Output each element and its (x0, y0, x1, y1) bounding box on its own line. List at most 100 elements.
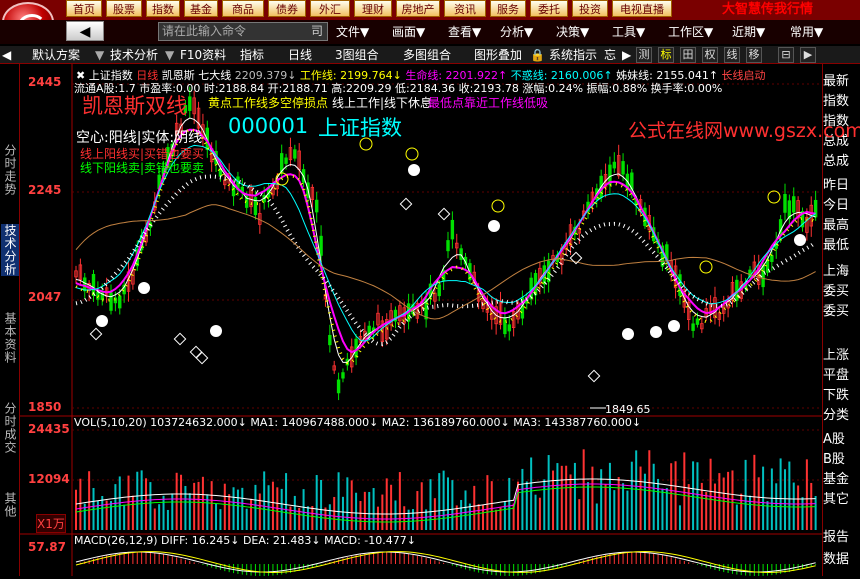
right-item-11[interactable]: 委买 (823, 300, 849, 319)
topmenu-item-0[interactable]: 首页 (66, 0, 102, 17)
smiley-icon (488, 220, 500, 232)
window-icon[interactable]: ⊟ (778, 47, 794, 63)
system-tab[interactable]: 系统指示 (549, 47, 597, 63)
volume-bar (447, 477, 449, 530)
topmenu-item-2[interactable]: 指数 (146, 0, 180, 17)
topmenu-item-13[interactable]: 电视直播 (612, 0, 672, 17)
vol-ma1 (75, 478, 816, 515)
mainmenu-item-7[interactable]: 近期▼ (732, 23, 765, 40)
right-item-13[interactable]: 平盘 (823, 364, 849, 383)
right-item-6[interactable]: 今日 (823, 194, 849, 213)
volume-bar (341, 496, 344, 530)
lock-icon[interactable]: 🔒 (530, 47, 545, 63)
right-item-1[interactable]: 指数 (823, 90, 849, 109)
legend-down: 线下阳线卖|卖错也要卖 (80, 161, 205, 175)
more-tab[interactable]: 忘 (604, 47, 616, 63)
topmenu-item-3[interactable]: 基金 (184, 0, 218, 17)
right-item-15[interactable]: 分类 (823, 404, 849, 423)
right-item-14[interactable]: 下跌 (823, 384, 849, 403)
back-button[interactable]: ◀ (66, 21, 104, 41)
f10-tab[interactable]: F10资料 (180, 47, 226, 63)
volume-bar (508, 477, 511, 530)
volume-bar (376, 506, 379, 530)
right-item-19[interactable]: 其它 (823, 488, 849, 507)
tool-icon-1[interactable]: 标 (658, 47, 674, 63)
yellow-circle (405, 147, 419, 161)
volume-bar (805, 459, 808, 530)
candle-body (188, 96, 192, 111)
play-icon[interactable]: ▶ (622, 47, 631, 63)
mainmenu-item-6[interactable]: 工作区▼ (668, 23, 713, 40)
volume-bar (600, 469, 603, 530)
topmenu-item-8[interactable]: 房地产 (396, 0, 440, 17)
overlay-tab[interactable]: 图形叠加 (474, 47, 522, 63)
tech-analysis-tab[interactable]: 技术分析 (110, 47, 158, 63)
mainmenu-item-0[interactable]: 文件▼ (336, 23, 369, 40)
right-item-20[interactable]: 报告 (823, 526, 849, 545)
right-item-10[interactable]: 委买 (823, 280, 849, 299)
vol-ma2 (75, 483, 816, 520)
topmenu-item-12[interactable]: 投资 (572, 0, 608, 17)
multi-grid-tab[interactable]: 多图组合 (403, 47, 451, 63)
right-item-16[interactable]: A股 (823, 428, 845, 447)
topmenu-item-1[interactable]: 股票 (106, 0, 142, 17)
volume-bar (713, 483, 716, 530)
topmenu-item-4[interactable]: 商品 (222, 0, 264, 17)
tool-icon-0[interactable]: 测 (636, 47, 652, 63)
mainmenu-item-2[interactable]: 查看▼ (448, 23, 481, 40)
volume-bar (101, 495, 104, 530)
chart-area[interactable]: ✖ 上证指数 日线 凯恩斯 七大线 2209.379↓ 工作线: 2199.76… (20, 64, 860, 576)
right-item-17[interactable]: B股 (823, 448, 845, 467)
volume-bar (460, 499, 463, 530)
signal-diamond (399, 197, 413, 211)
grid3-tab[interactable]: 3图组合 (335, 47, 379, 63)
topmenu-item-6[interactable]: 外汇 (310, 0, 350, 17)
right-item-18[interactable]: 基金 (823, 468, 849, 487)
mainmenu-item-3[interactable]: 分析▼ (500, 23, 533, 40)
toolbar-left-arrow[interactable]: ◀ (2, 47, 11, 63)
topmenu-item-11[interactable]: 委托 (530, 0, 568, 17)
topmenu-item-5[interactable]: 债券 (268, 0, 306, 17)
topmenu-item-10[interactable]: 服务 (490, 0, 526, 17)
volume-bar (495, 509, 498, 530)
command-tag: 司 (310, 24, 323, 38)
right-item-4[interactable]: 总成 (823, 150, 849, 169)
period-select[interactable]: 日线 (288, 47, 312, 63)
left-tab-1[interactable]: 技术分析 (1, 224, 19, 276)
left-tab-4[interactable]: 其他 (1, 492, 19, 518)
right-item-21[interactable]: 数据 (823, 548, 849, 567)
smiley-icon (408, 164, 420, 176)
tool-icon-4[interactable]: 线 (724, 47, 740, 63)
volume-bar (578, 499, 581, 530)
legend-line-1: 黄点工作线多空停损点 (208, 96, 329, 110)
scheme-select[interactable]: 默认方案 (32, 47, 80, 63)
volume-bar (473, 485, 476, 530)
left-tab-0[interactable]: 分时走势 (1, 144, 19, 196)
right-item-5[interactable]: 昨日 (823, 174, 849, 193)
topmenu-item-9[interactable]: 资讯 (444, 0, 486, 17)
right-item-9[interactable]: 上海 (823, 260, 849, 279)
mainmenu-item-5[interactable]: 工具▼ (612, 23, 645, 40)
mainmenu-item-1[interactable]: 画面▼ (392, 23, 425, 40)
tool-icon-3[interactable]: 权 (702, 47, 718, 63)
candle-body (446, 240, 450, 252)
right-item-7[interactable]: 最高 (823, 214, 849, 233)
topmenu-item-7[interactable]: 理财 (354, 0, 392, 17)
volume-bar (245, 508, 248, 530)
indicator-tab[interactable]: 指标 (240, 47, 264, 63)
candle-body (341, 372, 345, 379)
command-input[interactable]: 请在此输入命令司 (158, 22, 328, 41)
tool-icon-2[interactable]: 田 (680, 47, 696, 63)
right-item-12[interactable]: 上涨 (823, 344, 849, 363)
left-tab-2[interactable]: 基本资料 (1, 312, 19, 364)
volume-bar (232, 487, 235, 530)
volume-bar (639, 466, 642, 530)
tool-icon-5[interactable]: 移 (746, 47, 762, 63)
left-tab-3[interactable]: 分时成交 (1, 402, 19, 454)
mainmenu-item-8[interactable]: 常用▼ (790, 23, 823, 40)
volume-bar (363, 491, 366, 530)
mainmenu-item-4[interactable]: 决策▼ (556, 23, 589, 40)
right-item-0[interactable]: 最新 (823, 70, 849, 89)
close-window-icon[interactable]: ▶ (800, 47, 816, 63)
right-item-8[interactable]: 最低 (823, 234, 849, 253)
